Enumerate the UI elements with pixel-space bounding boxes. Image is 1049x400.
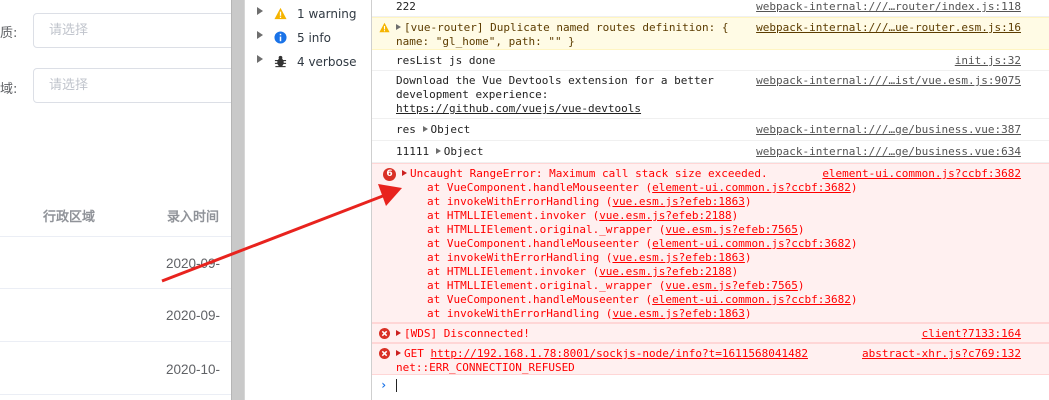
console-prompt-icon: › (380, 378, 388, 392)
message-text: net::ERR_CONNECTION_REFUSED (396, 361, 575, 374)
stack-frame: at HTMLLIElement.invoker (vue.esm.js?efe… (427, 265, 739, 278)
stack-frame: at HTMLLIElement.original._wrapper (vue.… (427, 223, 805, 236)
expand-arrow-icon (257, 55, 263, 63)
console-message-log: 222 webpack-internal:///…router/index.js… (372, 0, 1049, 17)
region-select-placeholder: 请选择 (49, 78, 89, 93)
source-link[interactable]: webpack-internal:///…ue-router.esm.js:16 (756, 21, 1021, 35)
bug-icon (274, 55, 287, 68)
console-message-error: GET http://192.168.1.78:8001/sockjs-node… (372, 343, 1049, 375)
quality-select[interactable]: 请选择 (33, 13, 231, 48)
web-app-panel: 质: 请选择 域: 请选择 行政区域 录入时间 2020-09- 2020-09… (0, 0, 231, 400)
stack-frame: at invokeWithErrorHandling (vue.esm.js?e… (427, 195, 752, 208)
info-icon (274, 31, 287, 44)
sidebar-item-label: 1 warning (297, 7, 357, 21)
message-text: GET http://192.168.1.78:8001/sockjs-node… (396, 347, 808, 361)
expand-arrow-icon[interactable] (435, 148, 441, 154)
source-link[interactable]: webpack-internal:///…ge/business.vue:387 (756, 123, 1021, 137)
message-text: resList js done (396, 54, 496, 67)
expand-arrow-icon (257, 31, 263, 39)
message-text: Uncaught RangeError: Maximum call stack … (402, 167, 768, 181)
source-link[interactable]: client?7133:164 (922, 327, 1021, 341)
table-divider (0, 236, 231, 237)
devtools-resize-handle[interactable] (231, 0, 245, 400)
region-select[interactable]: 请选择 (33, 68, 231, 103)
expand-arrow-icon[interactable] (396, 350, 401, 356)
table-divider (0, 341, 231, 342)
stack-frame: at HTMLLIElement.original._wrapper (vue.… (427, 279, 805, 292)
message-text: [vue-router] Duplicate named routes defi… (396, 21, 729, 35)
source-link[interactable]: webpack-internal:///…ge/business.vue:634 (756, 145, 1021, 159)
stack-frame: at VueComponent.handleMouseenter (elemen… (427, 237, 858, 250)
table-cell-date: 2020-09- (166, 308, 221, 323)
stack-frame-link[interactable]: vue.esm.js?efeb:1863 (612, 307, 744, 320)
column-header-region[interactable]: 行政区域 (43, 206, 95, 225)
stack-frame-link[interactable]: element-ui.common.js?ccbf:3682 (652, 181, 851, 194)
expand-arrow-icon (257, 7, 263, 15)
stack-frame-link[interactable]: vue.esm.js?efeb:7565 (665, 223, 797, 236)
table-cell-date: 2020-10- (166, 362, 221, 377)
sidebar-item-label: 5 info (297, 31, 331, 45)
source-link[interactable]: webpack-internal:///…router/index.js:118 (756, 0, 1021, 14)
message-text: 11111 Object (396, 145, 484, 158)
console-input[interactable] (396, 379, 397, 392)
message-text: development experience: (396, 88, 549, 101)
source-link[interactable]: init.js:32 (955, 54, 1021, 68)
stack-frame-link[interactable]: vue.esm.js?efeb:2188 (599, 209, 731, 222)
console-message-error: 6 Uncaught RangeError: Maximum call stac… (372, 163, 1049, 323)
stack-frame: at VueComponent.handleMouseenter (elemen… (427, 293, 858, 306)
warning-icon (379, 22, 390, 33)
form-label-region: 域: (0, 82, 18, 97)
source-link[interactable]: element-ui.common.js?ccbf:3682 (822, 167, 1021, 181)
sidebar-item-verbose[interactable]: 4 verbose (245, 50, 371, 74)
stack-frame: at VueComponent.handleMouseenter (elemen… (427, 181, 858, 194)
source-link[interactable]: abstract-xhr.js?c769:132 (862, 347, 1021, 361)
table-divider (0, 394, 231, 395)
message-text: [WDS] Disconnected! (396, 327, 530, 341)
message-text: res Object (396, 123, 471, 136)
console-messages: 222 webpack-internal:///…router/index.js… (372, 0, 1049, 400)
stack-frame: at invokeWithErrorHandling (vue.esm.js?e… (427, 307, 752, 320)
console-message-log: res Object webpack-internal:///…ge/busin… (372, 119, 1049, 141)
message-text: 222 (396, 0, 416, 13)
error-count-badge: 6 (383, 168, 396, 181)
stack-trace: at VueComponent.handleMouseenter (elemen… (427, 181, 857, 321)
stack-frame-link[interactable]: vue.esm.js?efeb:2188 (599, 265, 731, 278)
stack-frame-link[interactable]: element-ui.common.js?ccbf:3682 (652, 237, 851, 250)
expand-arrow-icon[interactable] (422, 126, 428, 132)
devtools-link[interactable]: https://github.com/vuejs/vue-devtools (396, 102, 641, 116)
sidebar-item-label: 4 verbose (297, 55, 357, 69)
error-icon (379, 348, 390, 359)
request-url-link[interactable]: http://192.168.1.78:8001/sockjs-node/inf… (431, 347, 809, 360)
stack-frame-link[interactable]: vue.esm.js?efeb:7565 (665, 279, 797, 292)
console-message-log: 11111 Object webpack-internal:///…ge/bus… (372, 141, 1049, 163)
stack-frame: at HTMLLIElement.invoker (vue.esm.js?efe… (427, 209, 739, 222)
message-text: Download the Vue Devtools extension for … (396, 74, 714, 87)
console-message-info: Download the Vue Devtools extension for … (372, 71, 1049, 119)
console-sidebar: 1 warning 5 info 4 verbose (245, 0, 372, 400)
stack-frame-link[interactable]: vue.esm.js?efeb:1863 (612, 195, 744, 208)
error-icon (379, 328, 390, 339)
message-text: name: "gl_home", path: "" } (396, 35, 575, 48)
quality-select-placeholder: 请选择 (49, 23, 89, 38)
stack-frame-link[interactable]: vue.esm.js?efeb:1863 (612, 251, 744, 264)
console-message-error: [WDS] Disconnected! client?7133:164 (372, 323, 1049, 343)
table-divider (0, 288, 231, 289)
sidebar-item-warnings[interactable]: 1 warning (245, 2, 371, 26)
form-label-quality: 质: (0, 26, 18, 41)
expand-arrow-icon[interactable] (396, 24, 401, 30)
sidebar-item-info[interactable]: 5 info (245, 26, 371, 50)
column-header-entry-time[interactable]: 录入时间 (167, 206, 219, 225)
console-message-warning: [vue-router] Duplicate named routes defi… (372, 17, 1049, 50)
stack-frame: at invokeWithErrorHandling (vue.esm.js?e… (427, 251, 752, 264)
console-message-log: resList js done init.js:32 (372, 50, 1049, 71)
warning-icon (274, 7, 287, 20)
table-cell-date: 2020-09- (166, 256, 221, 271)
expand-arrow-icon[interactable] (402, 170, 407, 176)
stack-frame-link[interactable]: element-ui.common.js?ccbf:3682 (652, 293, 851, 306)
source-link[interactable]: webpack-internal:///…ist/vue.esm.js:9075 (756, 74, 1021, 88)
expand-arrow-icon[interactable] (396, 330, 401, 336)
